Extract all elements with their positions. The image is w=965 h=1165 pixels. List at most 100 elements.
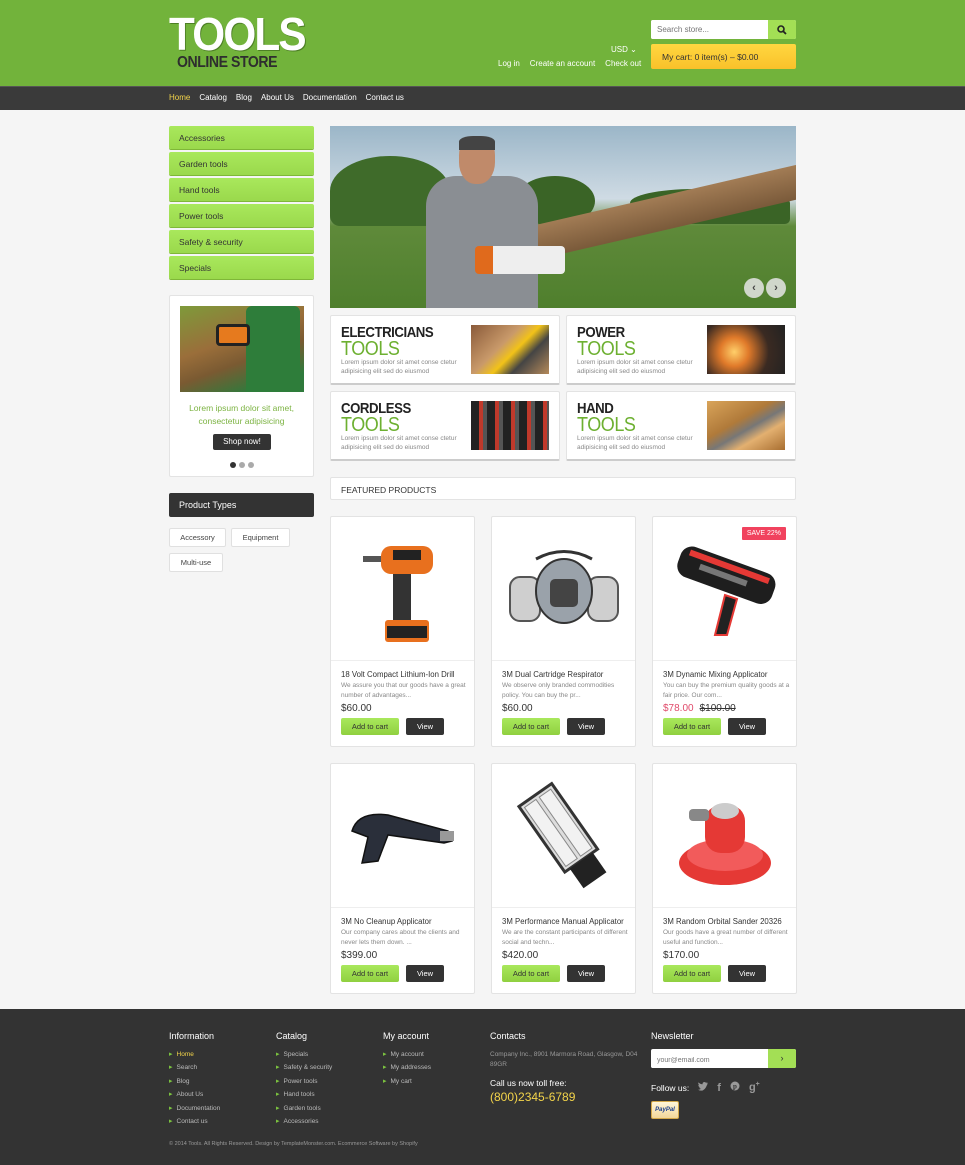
slider-next-button[interactable]: › xyxy=(766,278,786,298)
footer-link-blog[interactable]: Blog xyxy=(169,1077,220,1090)
view-button[interactable]: View xyxy=(567,718,605,735)
footer-link-hand-tools[interactable]: Hand tools xyxy=(276,1090,332,1103)
view-button[interactable]: View xyxy=(728,718,766,735)
logo-title[interactable]: TOOLS xyxy=(169,11,307,57)
product-price: $399.00 xyxy=(341,950,378,961)
category-power-tools[interactable]: Power tools xyxy=(169,204,314,227)
category-safety-security[interactable]: Safety & security xyxy=(169,230,314,253)
footer-link-garden-tools[interactable]: Garden tools xyxy=(276,1104,332,1117)
add-to-cart-button[interactable]: Add to cart xyxy=(502,718,560,735)
nav-catalog[interactable]: Catalog xyxy=(199,93,227,102)
follow-label: Follow us: xyxy=(651,1082,690,1093)
product-card: 3M Performance Manual Applicator We are … xyxy=(491,763,636,994)
category-garden-tools[interactable]: Garden tools xyxy=(169,152,314,175)
product-type-accessory[interactable]: Accessory xyxy=(169,528,226,547)
product-desc: We observe only branded commodities poli… xyxy=(502,682,615,699)
promo-dot-1[interactable] xyxy=(230,462,236,468)
product-image[interactable] xyxy=(653,764,796,908)
create-account-link[interactable]: Create an account xyxy=(530,59,595,68)
add-to-cart-button[interactable]: Add to cart xyxy=(341,965,399,982)
nav-about-us[interactable]: About Us xyxy=(261,93,294,102)
google-plus-icon[interactable]: g+ xyxy=(749,1081,760,1094)
add-to-cart-button[interactable]: Add to cart xyxy=(663,965,721,982)
phone-number[interactable]: (800)2345-6789 xyxy=(490,1090,640,1104)
account-links: Log in Create an account Check out xyxy=(498,59,641,68)
shop-now-button[interactable]: Shop now! xyxy=(213,434,271,450)
newsletter-email-input[interactable] xyxy=(651,1051,769,1068)
product-name[interactable]: 3M Random Orbital Sander 20326 xyxy=(663,917,782,926)
add-to-cart-button[interactable]: Add to cart xyxy=(502,965,560,982)
pinterest-icon[interactable]: p xyxy=(730,1081,740,1094)
nav-documentation[interactable]: Documentation xyxy=(303,93,357,102)
facebook-icon[interactable]: f xyxy=(717,1082,721,1094)
twitter-icon[interactable] xyxy=(698,1081,709,1094)
call-label: Call us now toll free: xyxy=(490,1078,567,1088)
slider-prev-button[interactable]: ‹ xyxy=(744,278,764,298)
product-price: $170.00 xyxy=(663,950,700,961)
search-button[interactable] xyxy=(768,20,796,39)
product-name[interactable]: 3M Performance Manual Applicator xyxy=(502,917,624,926)
hero-slider[interactable]: ‹ › xyxy=(330,126,796,308)
footer-heading: Contacts xyxy=(490,1031,526,1041)
nav-blog[interactable]: Blog xyxy=(236,93,252,102)
search-input[interactable] xyxy=(651,20,769,39)
banner-desc: Lorem ipsum dolor sit amet conse ctetur … xyxy=(341,435,457,451)
product-desc: You can buy the premium quality goods at… xyxy=(663,682,790,699)
footer-link-documentation[interactable]: Documentation xyxy=(169,1104,221,1117)
footer-link-contact-us[interactable]: Contact us xyxy=(169,1117,220,1130)
product-card: 3M Dual Cartridge Respirator We observe … xyxy=(491,516,636,747)
product-name[interactable]: 3M Dual Cartridge Respirator xyxy=(502,670,603,679)
footer-link-specials[interactable]: Specials xyxy=(276,1050,332,1063)
view-button[interactable]: View xyxy=(406,965,444,982)
footer-link-my-cart[interactable]: My cart xyxy=(383,1077,431,1090)
add-to-cart-button[interactable]: Add to cart xyxy=(341,718,399,735)
footer-link-search[interactable]: Search xyxy=(169,1063,220,1076)
add-to-cart-button[interactable]: Add to cart xyxy=(663,718,721,735)
footer-link-my-addresses[interactable]: My addresses xyxy=(383,1063,431,1076)
product-image[interactable] xyxy=(492,764,635,908)
footer-link-home[interactable]: Home xyxy=(169,1050,220,1063)
promo-text: Lorem ipsum dolor sit amet, consectetur … xyxy=(189,403,294,426)
sale-price: $78.00 xyxy=(663,703,694,714)
banner-power-tools[interactable]: POWER TOOLS Lorem ipsum dolor sit amet c… xyxy=(566,315,796,385)
banner-hand-tools[interactable]: HAND TOOLS Lorem ipsum dolor sit amet co… xyxy=(566,391,796,461)
banner-cordless-tools[interactable]: CORDLESS TOOLS Lorem ipsum dolor sit ame… xyxy=(330,391,560,461)
cart-button[interactable]: My cart: 0 item(s) – $0.00 xyxy=(651,44,796,69)
banner-electricians-tools[interactable]: ELECTRICIANS TOOLS Lorem ipsum dolor sit… xyxy=(330,315,560,385)
promo-dot-3[interactable] xyxy=(248,462,254,468)
footer-link-about-us[interactable]: About Us xyxy=(169,1090,220,1103)
checkout-link[interactable]: Check out xyxy=(605,59,641,68)
banner-image xyxy=(471,325,549,374)
view-button[interactable]: View xyxy=(728,965,766,982)
product-image[interactable] xyxy=(331,764,474,908)
product-type-equipment[interactable]: Equipment xyxy=(231,528,290,547)
currency-selector[interactable]: USD ⌄ xyxy=(611,45,637,54)
product-name[interactable]: 3M No Cleanup Applicator xyxy=(341,917,432,926)
search-box xyxy=(651,20,796,39)
product-image[interactable] xyxy=(331,517,474,661)
nav-home[interactable]: Home xyxy=(169,93,190,102)
category-specials[interactable]: Specials xyxy=(169,256,314,279)
newsletter-submit-button[interactable]: › xyxy=(768,1049,796,1068)
footer-link-my-account[interactable]: My account xyxy=(383,1050,431,1063)
category-hand-tools[interactable]: Hand tools xyxy=(169,178,314,201)
footer-link-safety-security[interactable]: Safety & security xyxy=(276,1063,333,1076)
product-image[interactable] xyxy=(492,517,635,661)
view-button[interactable]: View xyxy=(406,718,444,735)
old-price: $100.00 xyxy=(699,703,736,714)
product-type-multi-use[interactable]: Multi-use xyxy=(169,553,223,572)
product-name[interactable]: 3M Dynamic Mixing Applicator xyxy=(663,670,767,679)
footer-link-power-tools[interactable]: Power tools xyxy=(276,1077,332,1090)
logo-subtitle[interactable]: ONLINE STORE xyxy=(177,54,278,72)
category-accessories[interactable]: Accessories xyxy=(169,126,314,149)
promo-dot-2[interactable] xyxy=(239,462,245,468)
respirator-icon xyxy=(508,549,619,624)
footer-link-accessories[interactable]: Accessories xyxy=(276,1117,332,1130)
product-name[interactable]: 18 Volt Compact Lithium-Ion Drill xyxy=(341,670,455,679)
login-link[interactable]: Log in xyxy=(498,59,520,68)
main-nav: Home Catalog Blog About Us Documentation… xyxy=(0,86,965,110)
product-card: SAVE 22% 3M Dynamic Mixing Applicator Yo… xyxy=(652,516,797,747)
chevron-right-icon: › xyxy=(774,282,778,294)
view-button[interactable]: View xyxy=(567,965,605,982)
nav-contact-us[interactable]: Contact us xyxy=(366,93,404,102)
